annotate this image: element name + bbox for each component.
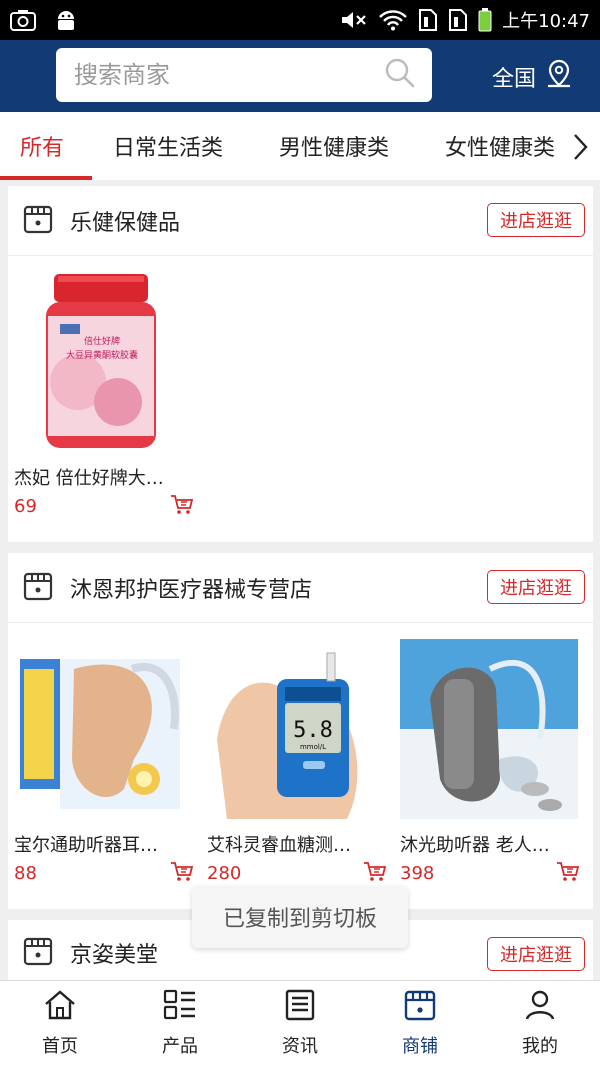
cart-icon[interactable] <box>363 861 387 887</box>
product-image: 5.8 mmol/L <box>207 639 379 819</box>
store-icon <box>22 935 54 971</box>
store-name: 京姿美堂 <box>70 943 159 968</box>
news-icon <box>283 989 317 1026</box>
store-name: 乐健保健品 <box>70 210 181 236</box>
store-icon <box>22 203 54 239</box>
product-name: 艾科灵睿血糖测… <box>207 835 351 856</box>
nav-products-label: 产品 <box>162 1036 198 1057</box>
product-price: 88 <box>14 863 37 884</box>
search-input[interactable] <box>72 60 384 90</box>
location-pin-icon <box>544 58 574 96</box>
store-name: 沐恩邦护医疗器械专营店 <box>70 577 313 603</box>
product-image <box>14 639 186 819</box>
bottle-sub-text: 大豆异黄酮软胶囊 <box>66 349 138 361</box>
nav-home[interactable]: 首页 <box>0 981 120 1068</box>
product-name: 宝尔通助听器耳… <box>14 835 158 856</box>
sim1-icon <box>418 8 438 32</box>
android-icon <box>54 8 78 32</box>
region-label: 全国 <box>492 67 537 92</box>
user-icon <box>523 989 557 1026</box>
tab-men-health[interactable]: 男性健康类 <box>279 130 389 162</box>
product-card[interactable]: 沐光助听器 老人… 398 <box>400 639 580 884</box>
store-icon <box>22 570 54 606</box>
product-name: 杰妃 倍仕好牌大… <box>14 468 164 489</box>
wifi-icon <box>378 9 408 31</box>
cart-icon[interactable] <box>556 861 580 887</box>
tab-women-health[interactable]: 女性健康类 <box>445 130 567 162</box>
product-card[interactable]: 5.8 mmol/L 艾科灵睿血糖测… 280 <box>207 639 387 884</box>
store-card: 乐健保健品 进店逛逛 倍仕好牌 大豆异黄酮软胶囊 杰妃 倍仕好牌大… 69 <box>8 186 593 542</box>
battery-icon <box>478 8 492 32</box>
nav-profile-label: 我的 <box>522 1036 558 1057</box>
meter-unit-text: mmol/L <box>300 743 326 751</box>
mute-icon <box>340 9 368 31</box>
store-icon <box>403 989 437 1026</box>
meter-reading-text: 5.8 <box>293 718 333 743</box>
store-header[interactable]: 沐恩邦护医疗器械专营店 进店逛逛 <box>8 553 593 623</box>
nav-stores[interactable]: 商铺 <box>360 981 480 1068</box>
nav-products[interactable]: 产品 <box>120 981 240 1068</box>
enter-store-button[interactable]: 进店逛逛 <box>487 570 585 604</box>
nav-news[interactable]: 资讯 <box>240 981 360 1068</box>
product-card[interactable]: 倍仕好牌 大豆异黄酮软胶囊 杰妃 倍仕好牌大… 69 <box>14 272 194 517</box>
product-price: 398 <box>400 863 435 884</box>
chevron-right-icon[interactable] <box>570 132 590 166</box>
bottom-nav: 首页 产品 资讯 商铺 我的 <box>0 980 600 1068</box>
sim2-icon <box>448 8 468 32</box>
nav-profile[interactable]: 我的 <box>480 981 600 1068</box>
home-icon <box>43 989 77 1026</box>
product-price: 280 <box>207 863 242 884</box>
tab-all[interactable]: 所有 <box>20 130 64 162</box>
product-card[interactable]: 宝尔通助听器耳… 88 <box>14 639 194 884</box>
product-price: 69 <box>14 496 37 517</box>
enter-store-button[interactable]: 进店逛逛 <box>487 203 585 237</box>
status-bar: 上午10:47 <box>0 0 600 40</box>
store-card: 沐恩邦护医疗器械专营店 进店逛逛 宝尔通助听器耳… 88 5.8 mmol/L … <box>8 553 593 909</box>
nav-home-label: 首页 <box>42 1036 78 1057</box>
tab-active-indicator <box>0 176 92 180</box>
product-image <box>400 639 578 819</box>
product-name: 沐光助听器 老人… <box>400 835 550 856</box>
tab-daily-life[interactable]: 日常生活类 <box>113 130 223 162</box>
search-icon[interactable] <box>384 57 416 93</box>
store-header[interactable]: 乐健保健品 进店逛逛 <box>8 186 593 256</box>
search-box[interactable] <box>56 48 432 102</box>
top-header: 全国 <box>0 40 600 112</box>
products-grid-icon <box>163 989 197 1026</box>
region-selector[interactable]: 全国 <box>492 58 574 96</box>
cart-icon[interactable] <box>170 861 194 887</box>
status-time: 上午10:47 <box>502 11 590 32</box>
enter-store-button[interactable]: 进店逛逛 <box>487 937 585 971</box>
product-image: 倍仕好牌 大豆异黄酮软胶囊 <box>14 272 186 452</box>
category-tabs: 所有 日常生活类 男性健康类 女性健康类 <box>0 112 600 180</box>
nav-news-label: 资讯 <box>282 1036 318 1057</box>
cart-icon[interactable] <box>170 494 194 520</box>
screenshot-icon <box>10 9 36 31</box>
bottle-label-text: 倍仕好牌 <box>84 335 120 347</box>
copied-toast: 已复制到剪切板 <box>192 886 408 948</box>
nav-stores-label: 商铺 <box>402 1036 438 1057</box>
